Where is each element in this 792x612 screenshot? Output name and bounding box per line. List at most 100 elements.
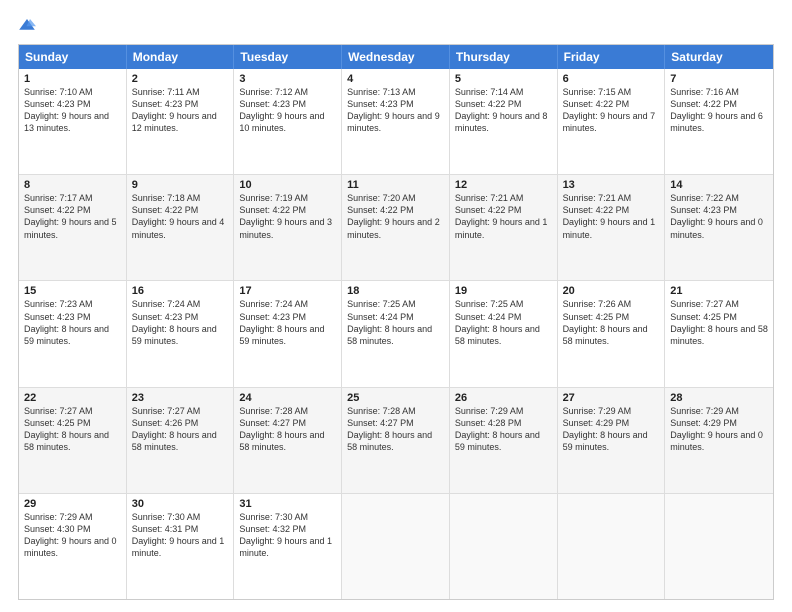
day-number: 1	[24, 73, 121, 85]
calendar-row: 15Sunrise: 7:23 AMSunset: 4:23 PMDayligh…	[19, 280, 773, 386]
cell-details: Sunrise: 7:29 AMSunset: 4:28 PMDaylight:…	[455, 405, 552, 454]
cell-details: Sunrise: 7:13 AMSunset: 4:23 PMDaylight:…	[347, 86, 444, 135]
day-number: 31	[239, 498, 336, 510]
day-number: 16	[132, 285, 229, 297]
cell-details: Sunrise: 7:21 AMSunset: 4:22 PMDaylight:…	[563, 192, 660, 241]
calendar-cell: 1Sunrise: 7:10 AMSunset: 4:23 PMDaylight…	[19, 69, 127, 174]
calendar-cell: 4Sunrise: 7:13 AMSunset: 4:23 PMDaylight…	[342, 69, 450, 174]
calendar-cell: 29Sunrise: 7:29 AMSunset: 4:30 PMDayligh…	[19, 494, 127, 599]
page: SundayMondayTuesdayWednesdayThursdayFrid…	[0, 0, 792, 612]
day-number: 7	[670, 73, 768, 85]
cell-details: Sunrise: 7:25 AMSunset: 4:24 PMDaylight:…	[347, 298, 444, 347]
day-number: 22	[24, 392, 121, 404]
calendar-cell: 19Sunrise: 7:25 AMSunset: 4:24 PMDayligh…	[450, 281, 558, 386]
calendar-cell: 18Sunrise: 7:25 AMSunset: 4:24 PMDayligh…	[342, 281, 450, 386]
calendar-cell: 21Sunrise: 7:27 AMSunset: 4:25 PMDayligh…	[665, 281, 773, 386]
day-number: 11	[347, 179, 444, 191]
day-number: 19	[455, 285, 552, 297]
calendar-cell: 28Sunrise: 7:29 AMSunset: 4:29 PMDayligh…	[665, 388, 773, 493]
day-number: 29	[24, 498, 121, 510]
calendar-cell: 23Sunrise: 7:27 AMSunset: 4:26 PMDayligh…	[127, 388, 235, 493]
cell-details: Sunrise: 7:23 AMSunset: 4:23 PMDaylight:…	[24, 298, 121, 347]
cell-details: Sunrise: 7:29 AMSunset: 4:29 PMDaylight:…	[670, 405, 768, 454]
calendar-header: SundayMondayTuesdayWednesdayThursdayFrid…	[19, 45, 773, 69]
day-number: 8	[24, 179, 121, 191]
cell-details: Sunrise: 7:25 AMSunset: 4:24 PMDaylight:…	[455, 298, 552, 347]
calendar-cell: 5Sunrise: 7:14 AMSunset: 4:22 PMDaylight…	[450, 69, 558, 174]
day-number: 21	[670, 285, 768, 297]
calendar-cell: 30Sunrise: 7:30 AMSunset: 4:31 PMDayligh…	[127, 494, 235, 599]
cell-details: Sunrise: 7:11 AMSunset: 4:23 PMDaylight:…	[132, 86, 229, 135]
day-number: 15	[24, 285, 121, 297]
day-number: 25	[347, 392, 444, 404]
cell-details: Sunrise: 7:16 AMSunset: 4:22 PMDaylight:…	[670, 86, 768, 135]
header-cell-sunday: Sunday	[19, 45, 127, 69]
calendar-cell	[558, 494, 666, 599]
cell-details: Sunrise: 7:18 AMSunset: 4:22 PMDaylight:…	[132, 192, 229, 241]
cell-details: Sunrise: 7:30 AMSunset: 4:31 PMDaylight:…	[132, 511, 229, 560]
calendar-row: 29Sunrise: 7:29 AMSunset: 4:30 PMDayligh…	[19, 493, 773, 599]
calendar: SundayMondayTuesdayWednesdayThursdayFrid…	[18, 44, 774, 600]
calendar-cell: 22Sunrise: 7:27 AMSunset: 4:25 PMDayligh…	[19, 388, 127, 493]
day-number: 9	[132, 179, 229, 191]
calendar-cell: 26Sunrise: 7:29 AMSunset: 4:28 PMDayligh…	[450, 388, 558, 493]
day-number: 3	[239, 73, 336, 85]
header-cell-thursday: Thursday	[450, 45, 558, 69]
calendar-cell: 25Sunrise: 7:28 AMSunset: 4:27 PMDayligh…	[342, 388, 450, 493]
day-number: 28	[670, 392, 768, 404]
header-cell-monday: Monday	[127, 45, 235, 69]
cell-details: Sunrise: 7:29 AMSunset: 4:29 PMDaylight:…	[563, 405, 660, 454]
header	[18, 16, 774, 34]
cell-details: Sunrise: 7:28 AMSunset: 4:27 PMDaylight:…	[347, 405, 444, 454]
header-cell-tuesday: Tuesday	[234, 45, 342, 69]
cell-details: Sunrise: 7:15 AMSunset: 4:22 PMDaylight:…	[563, 86, 660, 135]
logo-area	[18, 16, 38, 34]
calendar-cell: 6Sunrise: 7:15 AMSunset: 4:22 PMDaylight…	[558, 69, 666, 174]
calendar-cell: 14Sunrise: 7:22 AMSunset: 4:23 PMDayligh…	[665, 175, 773, 280]
calendar-cell: 7Sunrise: 7:16 AMSunset: 4:22 PMDaylight…	[665, 69, 773, 174]
cell-details: Sunrise: 7:27 AMSunset: 4:25 PMDaylight:…	[24, 405, 121, 454]
day-number: 27	[563, 392, 660, 404]
day-number: 5	[455, 73, 552, 85]
day-number: 20	[563, 285, 660, 297]
cell-details: Sunrise: 7:28 AMSunset: 4:27 PMDaylight:…	[239, 405, 336, 454]
calendar-cell: 11Sunrise: 7:20 AMSunset: 4:22 PMDayligh…	[342, 175, 450, 280]
cell-details: Sunrise: 7:26 AMSunset: 4:25 PMDaylight:…	[563, 298, 660, 347]
calendar-cell: 9Sunrise: 7:18 AMSunset: 4:22 PMDaylight…	[127, 175, 235, 280]
cell-details: Sunrise: 7:24 AMSunset: 4:23 PMDaylight:…	[132, 298, 229, 347]
calendar-row: 22Sunrise: 7:27 AMSunset: 4:25 PMDayligh…	[19, 387, 773, 493]
calendar-cell: 13Sunrise: 7:21 AMSunset: 4:22 PMDayligh…	[558, 175, 666, 280]
day-number: 26	[455, 392, 552, 404]
day-number: 30	[132, 498, 229, 510]
cell-details: Sunrise: 7:19 AMSunset: 4:22 PMDaylight:…	[239, 192, 336, 241]
cell-details: Sunrise: 7:30 AMSunset: 4:32 PMDaylight:…	[239, 511, 336, 560]
day-number: 14	[670, 179, 768, 191]
logo	[18, 16, 38, 34]
cell-details: Sunrise: 7:29 AMSunset: 4:30 PMDaylight:…	[24, 511, 121, 560]
cell-details: Sunrise: 7:14 AMSunset: 4:22 PMDaylight:…	[455, 86, 552, 135]
day-number: 10	[239, 179, 336, 191]
cell-details: Sunrise: 7:27 AMSunset: 4:26 PMDaylight:…	[132, 405, 229, 454]
calendar-cell: 2Sunrise: 7:11 AMSunset: 4:23 PMDaylight…	[127, 69, 235, 174]
header-cell-friday: Friday	[558, 45, 666, 69]
cell-details: Sunrise: 7:12 AMSunset: 4:23 PMDaylight:…	[239, 86, 336, 135]
calendar-cell	[342, 494, 450, 599]
day-number: 4	[347, 73, 444, 85]
calendar-cell: 20Sunrise: 7:26 AMSunset: 4:25 PMDayligh…	[558, 281, 666, 386]
cell-details: Sunrise: 7:27 AMSunset: 4:25 PMDaylight:…	[670, 298, 768, 347]
calendar-cell: 3Sunrise: 7:12 AMSunset: 4:23 PMDaylight…	[234, 69, 342, 174]
calendar-row: 8Sunrise: 7:17 AMSunset: 4:22 PMDaylight…	[19, 174, 773, 280]
calendar-cell: 27Sunrise: 7:29 AMSunset: 4:29 PMDayligh…	[558, 388, 666, 493]
calendar-row: 1Sunrise: 7:10 AMSunset: 4:23 PMDaylight…	[19, 69, 773, 174]
calendar-cell: 16Sunrise: 7:24 AMSunset: 4:23 PMDayligh…	[127, 281, 235, 386]
calendar-cell: 24Sunrise: 7:28 AMSunset: 4:27 PMDayligh…	[234, 388, 342, 493]
cell-details: Sunrise: 7:22 AMSunset: 4:23 PMDaylight:…	[670, 192, 768, 241]
day-number: 17	[239, 285, 336, 297]
calendar-cell: 10Sunrise: 7:19 AMSunset: 4:22 PMDayligh…	[234, 175, 342, 280]
calendar-cell: 31Sunrise: 7:30 AMSunset: 4:32 PMDayligh…	[234, 494, 342, 599]
calendar-body: 1Sunrise: 7:10 AMSunset: 4:23 PMDaylight…	[19, 69, 773, 599]
day-number: 12	[455, 179, 552, 191]
header-cell-saturday: Saturday	[665, 45, 773, 69]
logo-icon	[18, 16, 36, 34]
calendar-cell: 12Sunrise: 7:21 AMSunset: 4:22 PMDayligh…	[450, 175, 558, 280]
